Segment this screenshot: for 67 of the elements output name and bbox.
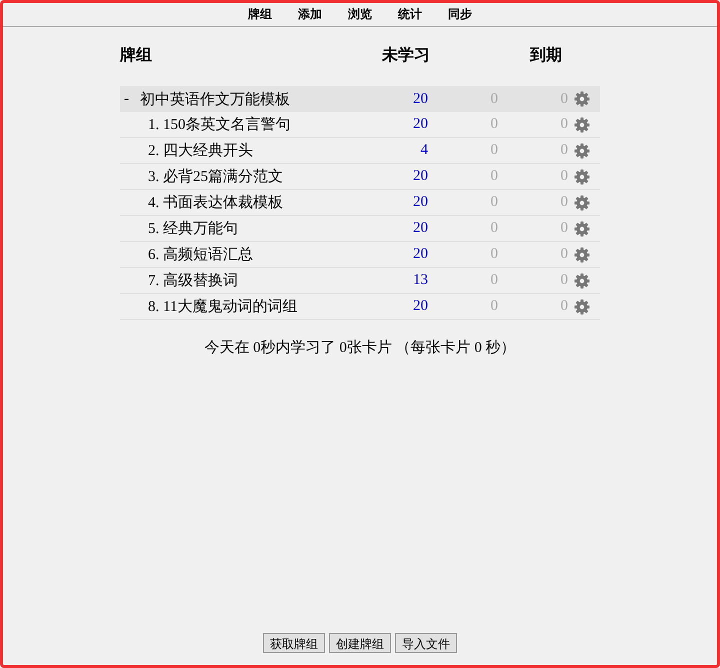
new-count: 4 xyxy=(420,142,428,159)
deck-name[interactable]: 2. 四大经典开头 xyxy=(148,141,253,160)
deck-name[interactable]: 1. 150条英文名言警句 xyxy=(148,115,290,134)
deck-name[interactable]: 4. 书面表达体裁模板 xyxy=(148,193,283,212)
deck-name[interactable]: 5. 经典万能句 xyxy=(148,219,238,238)
action-button[interactable]: 创建牌组 xyxy=(329,633,391,653)
new-count: 13 xyxy=(412,272,428,289)
deck-name[interactable]: 3. 必背25篇满分范文 xyxy=(148,167,283,186)
learn-count: 0 xyxy=(490,116,498,133)
learn-count: 0 xyxy=(490,168,498,185)
toolbar-link[interactable]: 同步 xyxy=(435,6,485,23)
column-header: 未学习 xyxy=(380,44,430,66)
deck-row[interactable]: 7. 高级替换词 13 0 0 xyxy=(120,268,600,294)
new-count: 20 xyxy=(412,220,428,237)
action-button[interactable]: 导入文件 xyxy=(395,633,457,653)
learn-count: 0 xyxy=(490,220,498,237)
deck-row[interactable]: - 初中英语作文万能模板 20 0 0 xyxy=(120,86,600,112)
due-count: 0 xyxy=(560,142,568,159)
deck-row[interactable]: 5. 经典万能句 20 0 0 xyxy=(120,216,600,242)
due-count: 0 xyxy=(560,168,568,185)
new-count: 20 xyxy=(412,246,428,263)
study-summary: 今天在 0秒内学习了 0张卡片 （每张卡片 0 秒） xyxy=(203,338,517,357)
action-button[interactable]: 获取牌组 xyxy=(263,633,325,653)
column-header: 到期 xyxy=(528,44,563,66)
gear-icon[interactable] xyxy=(574,194,590,210)
deck-row[interactable]: 2. 四大经典开头 4 0 0 xyxy=(120,138,600,164)
toolbar-link[interactable]: 浏览 xyxy=(335,6,385,23)
due-count: 0 xyxy=(560,220,568,237)
deck-row[interactable]: 6. 高频短语汇总 20 0 0 xyxy=(120,242,600,268)
column-header: 牌组 xyxy=(120,44,153,66)
deck-row[interactable]: 4. 书面表达体裁模板 20 0 0 xyxy=(120,190,600,216)
collapse-toggle[interactable]: - xyxy=(124,90,140,108)
toolbar-link[interactable]: 统计 xyxy=(385,6,435,23)
due-count: 0 xyxy=(560,90,568,108)
gear-icon[interactable] xyxy=(574,220,590,236)
deck-row[interactable]: 1. 150条英文名言警句 20 0 0 xyxy=(120,112,600,138)
learn-count: 0 xyxy=(490,298,498,315)
gear-icon[interactable] xyxy=(574,116,590,132)
deck-name[interactable]: 7. 高级替换词 xyxy=(148,271,238,290)
gear-icon[interactable] xyxy=(574,298,590,314)
learn-count: 0 xyxy=(490,272,498,289)
gear-icon[interactable] xyxy=(574,168,590,184)
learn-count: 0 xyxy=(490,194,498,211)
due-count: 0 xyxy=(560,272,568,289)
deck-row[interactable]: 3. 必背25篇满分范文 20 0 0 xyxy=(120,164,600,190)
due-count: 0 xyxy=(560,194,568,211)
due-count: 0 xyxy=(560,116,568,133)
deck-name[interactable]: 6. 高频短语汇总 xyxy=(148,245,253,264)
learn-count: 0 xyxy=(490,90,498,108)
learn-count: 0 xyxy=(490,246,498,263)
due-count: 0 xyxy=(560,246,568,263)
new-count: 20 xyxy=(412,90,428,108)
gear-icon[interactable] xyxy=(574,91,590,107)
toolbar-link[interactable]: 牌组 xyxy=(235,6,285,23)
new-count: 20 xyxy=(412,194,428,211)
toolbar-link[interactable]: 添加 xyxy=(285,6,335,23)
deck-name[interactable]: 8. 11大魔鬼动词的词组 xyxy=(148,297,298,316)
deck-name[interactable]: 初中英语作文万能模板 xyxy=(140,90,290,108)
deck-row[interactable]: 8. 11大魔鬼动词的词组 20 0 0 xyxy=(120,294,600,320)
gear-icon[interactable] xyxy=(574,272,590,288)
new-count: 20 xyxy=(412,298,428,315)
new-count: 20 xyxy=(412,116,428,133)
gear-icon[interactable] xyxy=(574,246,590,262)
due-count: 0 xyxy=(560,298,568,315)
new-count: 20 xyxy=(412,168,428,185)
learn-count: 0 xyxy=(490,142,498,159)
gear-icon[interactable] xyxy=(574,142,590,158)
